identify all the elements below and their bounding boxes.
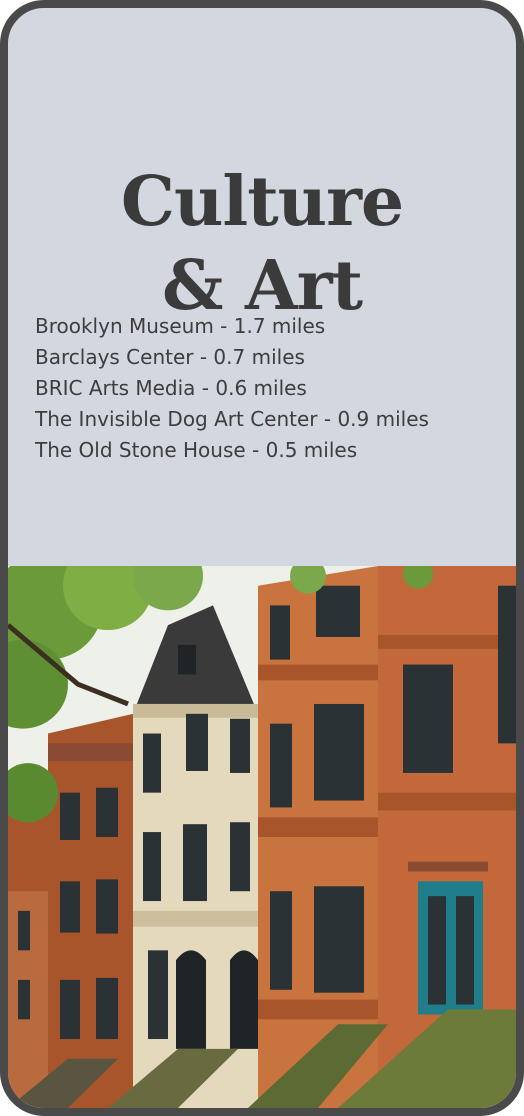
page-title: Culture & Art	[8, 160, 516, 328]
list-item: BRIC Arts Media - 0.6 miles	[35, 376, 307, 400]
culture-art-card: Culture & Art Brooklyn Museum - 1.7 mile…	[0, 0, 524, 1116]
brownstones-illustration	[8, 566, 516, 1108]
title-line-1: Culture	[120, 161, 404, 242]
brownstones-photo	[8, 566, 516, 1108]
list-item: Brooklyn Museum - 1.7 miles	[35, 314, 326, 338]
list-item: The Invisible Dog Art Center - 0.9 miles	[35, 407, 429, 431]
places-list: Brooklyn Museum - 1.7 miles Barclays Cen…	[35, 311, 429, 466]
list-item: The Old Stone House - 0.5 miles	[35, 438, 358, 462]
list-item: Barclays Center - 0.7 miles	[35, 345, 305, 369]
